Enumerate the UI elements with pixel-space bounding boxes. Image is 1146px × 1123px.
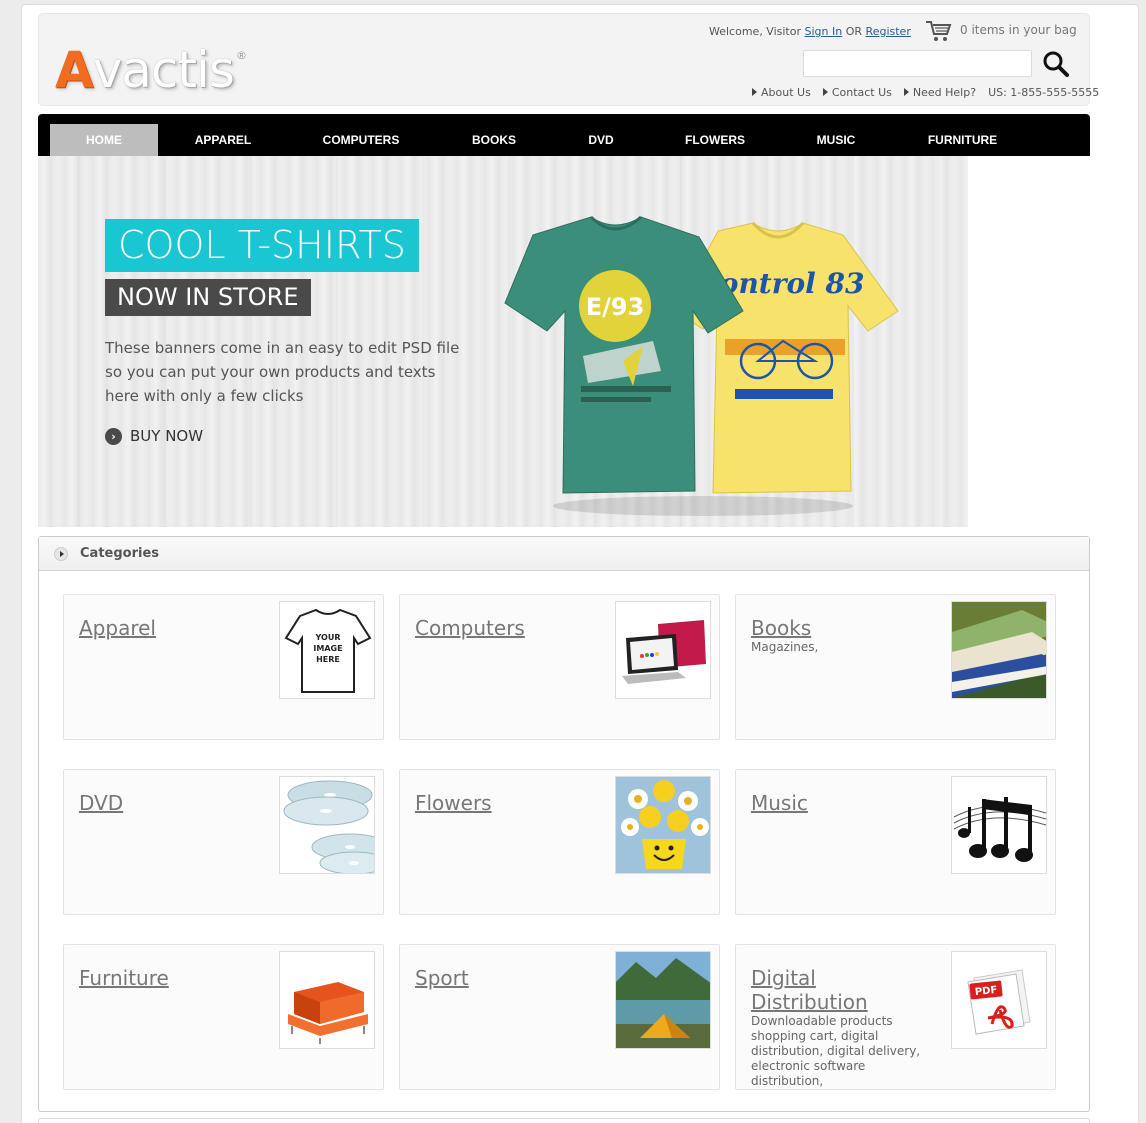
nav-item-flowers[interactable]: FLOWERS	[670, 124, 760, 156]
svg-text:YOUR: YOUR	[315, 633, 341, 642]
nav-item-dvd[interactable]: DVD	[576, 124, 626, 156]
buy-now-label: BUY NOW	[130, 427, 204, 445]
category-thumbnail[interactable]	[951, 601, 1047, 699]
category-description: Downloadable products shopping cart, dig…	[751, 1014, 921, 1088]
category-link[interactable]: DVD	[79, 791, 254, 815]
category-thumbnail[interactable]	[279, 776, 375, 874]
about-us-label: About Us	[761, 86, 811, 99]
category-link[interactable]: Furniture	[79, 966, 254, 990]
banner-subtitle: NOW IN STORE	[105, 279, 311, 316]
category-link[interactable]: Music	[751, 791, 926, 815]
nav-item-computers[interactable]: COMPUTERS	[306, 124, 416, 156]
contact-us-label: Contact Us	[831, 86, 892, 99]
category-card-books[interactable]: Books Magazines,	[735, 594, 1056, 740]
category-thumbnail[interactable]: PDF	[951, 951, 1047, 1049]
pdf-label: PDF	[974, 985, 997, 998]
need-help-link[interactable]: Need Help?	[903, 86, 977, 99]
top-links: About Us Contact Us Need Help? US: 1-855…	[752, 86, 1099, 99]
category-card-flowers[interactable]: Flowers	[399, 769, 720, 915]
tent-landscape-icon	[616, 952, 710, 1048]
site-header: Avactis ® Welcome, Visitor Sign In OR Reg…	[38, 13, 1099, 106]
nav-item-furniture[interactable]: FURNITURE	[914, 124, 1011, 156]
shirt-graphic-text: E/93	[586, 293, 645, 321]
bullet-arrow-icon	[54, 546, 68, 561]
tshirt-icon: YOUR IMAGE HERE	[284, 608, 372, 693]
about-us-link[interactable]: About Us	[752, 86, 811, 99]
nav-item-music[interactable]: MUSIC	[806, 124, 866, 156]
category-thumbnail[interactable]: YOUR IMAGE HERE	[279, 601, 375, 699]
search-icon[interactable]	[1042, 50, 1070, 78]
logo-text: vactis	[92, 41, 235, 99]
nav-item-apparel[interactable]: APPAREL	[173, 124, 273, 156]
contact-us-link[interactable]: Contact Us	[822, 86, 892, 99]
site-logo[interactable]: Avactis ®	[55, 28, 247, 98]
or-label: OR	[845, 25, 863, 38]
category-link[interactable]: Flowers	[415, 791, 590, 815]
tshirts-image: Control 83 E/93	[504, 215, 899, 516]
armchair-icon	[288, 982, 368, 1044]
category-card-sport[interactable]: Sport	[399, 944, 720, 1090]
welcome-label: Welcome, Visitor	[709, 25, 802, 38]
category-link[interactable]: Books	[751, 616, 926, 640]
buy-now-button[interactable]: › BUY NOW	[105, 427, 203, 445]
sign-in-link[interactable]: Sign In	[805, 25, 843, 38]
nav-item-books[interactable]: BOOKS	[454, 124, 534, 156]
cart-summary[interactable]: 0 items in your bag	[960, 23, 1077, 37]
category-thumbnail[interactable]	[279, 951, 375, 1049]
books-icon	[952, 602, 1046, 698]
category-thumbnail[interactable]	[951, 776, 1047, 874]
nav-item-home[interactable]: HOME	[50, 124, 158, 156]
cart-icon[interactable]	[925, 19, 953, 43]
category-card-apparel[interactable]: Apparel YOUR IMAGE HERE	[63, 594, 384, 740]
category-card-music[interactable]: Music	[735, 769, 1056, 915]
categories-panel: Categories Apparel YOUR IMAGE HERE Compu…	[38, 536, 1090, 1112]
need-help-label: Need Help?	[912, 86, 977, 99]
svg-text:HERE: HERE	[316, 655, 340, 664]
categories-header: Categories	[39, 537, 1089, 571]
music-notes-icon	[953, 797, 1046, 862]
search-input[interactable]	[803, 50, 1032, 77]
category-description: Magazines,	[751, 640, 819, 654]
pdf-icon: PDF	[967, 969, 1031, 1035]
category-card-computers[interactable]: Computers	[399, 594, 720, 740]
category-thumbnail[interactable]	[615, 776, 711, 874]
category-link[interactable]: Digital Distribution	[751, 966, 926, 1014]
main-nav: HOME APPAREL COMPUTERS BOOKS DVD FLOWERS…	[38, 114, 1090, 156]
flowers-icon	[616, 777, 710, 873]
arrow-right-icon	[822, 88, 828, 96]
category-link[interactable]: Computers	[415, 616, 590, 640]
arrow-right-icon	[752, 88, 757, 96]
disc-icon	[283, 780, 374, 873]
category-card-digital-distribution[interactable]: Digital Distribution Downloadable produc…	[735, 944, 1056, 1090]
category-thumbnail[interactable]	[615, 601, 711, 699]
hero-banner[interactable]: COOL T-SHIRTS NOW IN STORE These banners…	[38, 156, 968, 527]
arrow-right-icon	[903, 88, 909, 96]
registered-mark: ®	[235, 49, 247, 62]
category-link[interactable]: Sport	[415, 966, 590, 990]
logo-letter: A	[55, 41, 94, 99]
chevron-right-icon: ›	[105, 427, 122, 445]
banner-title: COOL T-SHIRTS	[105, 219, 419, 272]
categories-title: Categories	[80, 546, 160, 561]
footer-panel-edge	[38, 1118, 1090, 1123]
svg-text:IMAGE: IMAGE	[313, 644, 342, 653]
phone-number: US: 1-855-555-5555	[988, 86, 1100, 99]
welcome-text: Welcome, Visitor Sign In OR Register	[709, 25, 911, 38]
category-card-furniture[interactable]: Furniture	[63, 944, 384, 1090]
laptop-icon	[622, 620, 706, 684]
category-card-dvd[interactable]: DVD	[63, 769, 384, 915]
register-link[interactable]: Register	[866, 25, 911, 38]
category-link[interactable]: Apparel	[79, 616, 254, 640]
category-thumbnail[interactable]	[615, 951, 711, 1049]
banner-text: These banners come in an easy to edit PS…	[105, 339, 460, 405]
